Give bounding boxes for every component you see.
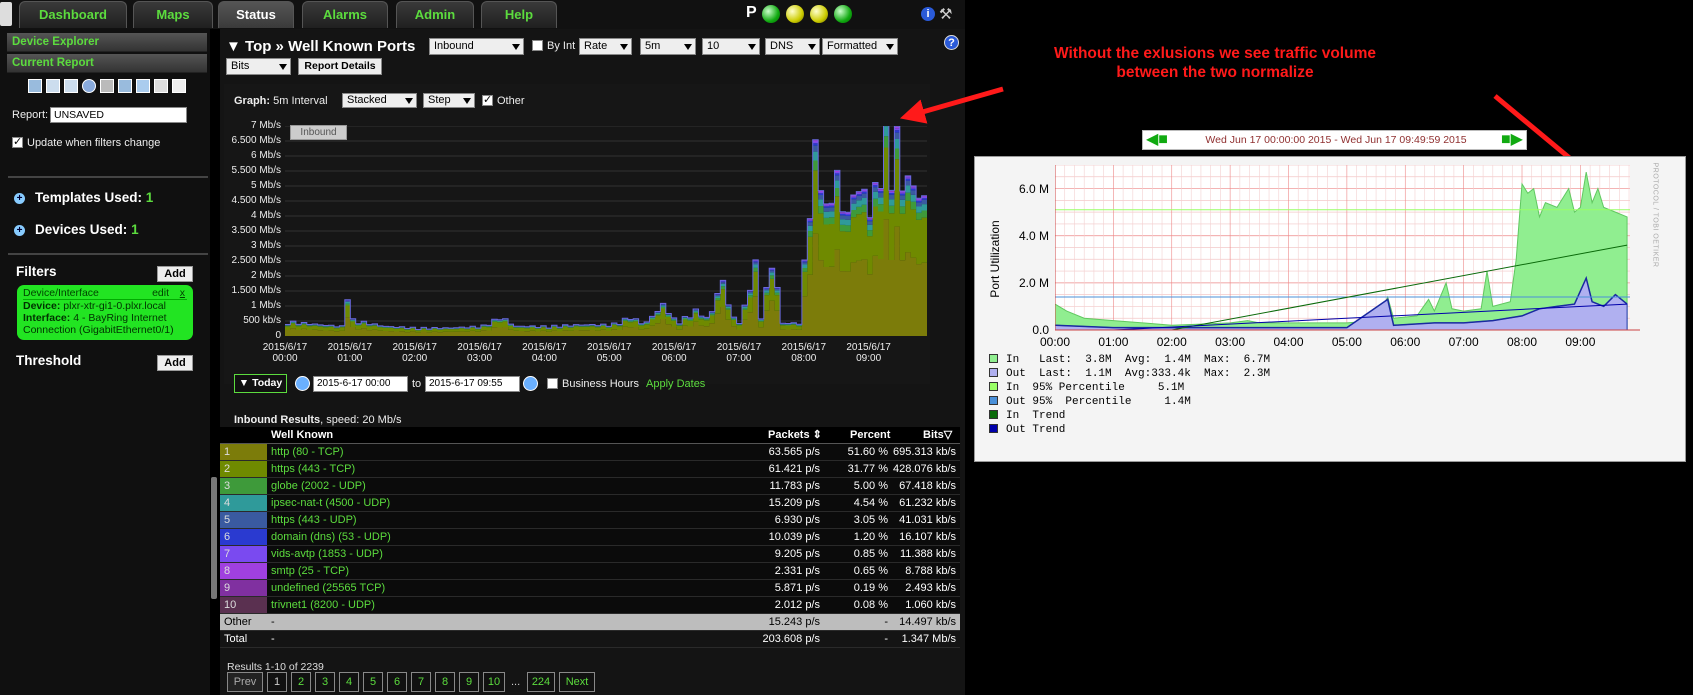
legend-swatch (989, 396, 998, 405)
rrd-y-tick: 2.0 M (1018, 275, 1049, 290)
legend-text: Out Last: 1.1M Avg:333.4k Max: 2.3M (1006, 368, 1271, 380)
legend-text: In Last: 3.8M Avg: 1.4M Max: 6.7M (1006, 354, 1271, 366)
port-utilization-graph: Port Utilization PROTOCOL / TOBI OETIKER… (974, 156, 1686, 462)
rrd-legend-item: Out Trend (989, 424, 1065, 436)
rrd-chart (1055, 165, 1640, 331)
date-range-bar: ◀■ Wed Jun 17 00:00:00 2015 - Wed Jun 17… (1142, 130, 1527, 150)
rrd-legend-item: Out Last: 1.1M Avg:333.4k Max: 2.3M (989, 368, 1270, 380)
rrd-y-tick: 6.0 M (1018, 181, 1049, 196)
rrd-legend-item: In Trend (989, 410, 1065, 422)
prev-range-arrow-icon[interactable]: ◀■ (1146, 132, 1168, 148)
legend-swatch (989, 410, 998, 419)
rrd-y-tick: 4.0 M (1018, 228, 1049, 243)
rrd-y-label: Port Utilization (988, 220, 1002, 298)
rrd-side-text: PROTOCOL / TOBI OETIKER (1651, 162, 1659, 268)
next-range-arrow-icon[interactable]: ■▶ (1501, 132, 1523, 148)
legend-swatch (989, 424, 998, 433)
legend-text: In 95% Percentile 5.1M (1006, 382, 1185, 394)
legend-text: In Trend (1006, 410, 1066, 422)
legend-swatch (989, 368, 998, 377)
date-range-label: Wed Jun 17 00:00:00 2015 - Wed Jun 17 09… (1205, 134, 1467, 146)
legend-text: Out Trend (1006, 424, 1066, 436)
rrd-legend-item: Out 95% Percentile 1.4M (989, 396, 1191, 408)
rrd-legend-item: In Last: 3.8M Avg: 1.4M Max: 6.7M (989, 354, 1270, 366)
rrd-legend-item: In 95% Percentile 5.1M (989, 382, 1184, 394)
legend-swatch (989, 382, 998, 391)
legend-swatch (989, 354, 998, 363)
legend-text: Out 95% Percentile 1.4M (1006, 396, 1191, 408)
arrow-left (899, 86, 1004, 124)
